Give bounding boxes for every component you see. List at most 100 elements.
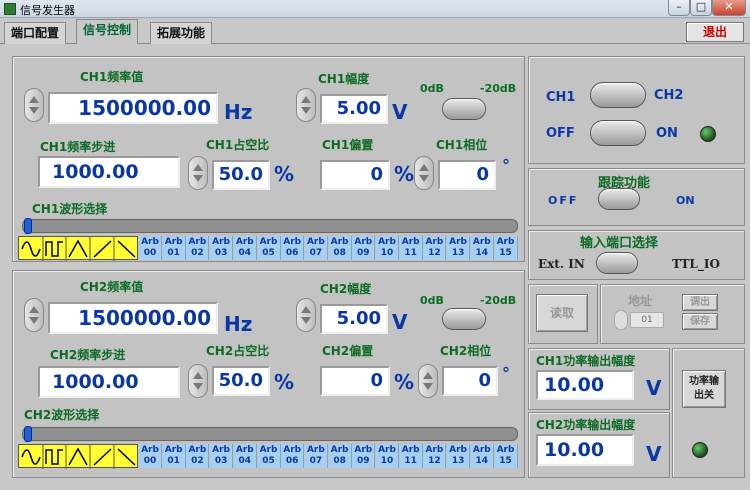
arb-14-button[interactable]: Arb 14 [470, 236, 494, 260]
ch2-duty-unit: % [274, 370, 295, 394]
arb-05-button[interactable]: Arb 05 [257, 444, 281, 468]
arb-prefix: Arb [235, 237, 254, 247]
arb-prefix: Arb [188, 237, 207, 247]
ch2-duty-spinner[interactable] [188, 364, 208, 398]
save-button[interactable]: 保存 [682, 313, 718, 330]
arb-06-button[interactable]: Arb 06 [281, 236, 305, 260]
output-toggle[interactable] [590, 120, 646, 146]
arb-13-button[interactable]: Arb 13 [447, 444, 471, 468]
ch1-atten-toggle[interactable] [442, 98, 486, 120]
arb-08-button[interactable]: Arb 08 [328, 236, 352, 260]
arb-09-button[interactable]: Arb 09 [352, 444, 376, 468]
arb-09-button[interactable]: Arb 09 [352, 236, 376, 260]
ch2-offset-input[interactable]: 0 [320, 366, 390, 396]
arb-prefix: Arb [259, 237, 278, 247]
tracking-toggle[interactable] [598, 188, 640, 210]
arb-04-button[interactable]: Arb 04 [233, 236, 257, 260]
read-button[interactable]: 读取 [536, 294, 588, 332]
arb-04-button[interactable]: Arb 04 [233, 444, 257, 468]
ch1-select-label: CH1 [546, 90, 576, 105]
arb-01-button[interactable]: Arb 01 [162, 236, 186, 260]
ch1-duty-spinner[interactable] [188, 156, 208, 190]
arb-number: 08 [333, 248, 346, 258]
ch2-amp-spinner[interactable] [296, 298, 316, 332]
exit-button[interactable]: 退出 [686, 22, 744, 42]
tab-extended[interactable]: 拓展功能 [150, 22, 213, 44]
ch1-wave-shapes[interactable] [18, 236, 138, 261]
window-title: 信号发生器 [20, 4, 75, 17]
arb-10-button[interactable]: Arb 10 [376, 444, 399, 468]
arb-05-button[interactable]: Arb 05 [257, 236, 281, 260]
ch2-atten-toggle[interactable] [442, 308, 486, 330]
arb-03-button[interactable]: Arb 03 [210, 444, 234, 468]
arb-12-button[interactable]: Arb 12 [423, 236, 447, 260]
arb-00-button[interactable]: Arb 00 [139, 444, 162, 468]
tab-signal-control[interactable]: 信号控制 [76, 19, 139, 44]
arb-08-button[interactable]: Arb 08 [328, 444, 352, 468]
ch1-freq-spinner[interactable] [24, 88, 44, 122]
arb-number: 12 [428, 456, 441, 466]
ch2-phase-spinner[interactable] [418, 364, 438, 398]
maximize-button[interactable]: □ [690, 0, 712, 16]
ch2-duty-input[interactable]: 50.0 [212, 366, 270, 396]
ch1-power-value[interactable]: 10.00 [536, 370, 634, 400]
call-button[interactable]: 调出 [682, 294, 718, 311]
ch1-duty-input[interactable]: 50.0 [212, 160, 270, 190]
arb-01-button[interactable]: Arb 01 [162, 444, 186, 468]
ch2-20db-label: -20dB [480, 294, 517, 307]
ch1-amp-spinner[interactable] [296, 88, 316, 122]
ch2-wave-slider-thumb[interactable] [24, 426, 32, 442]
address-input[interactable]: 01 [630, 312, 664, 328]
ch1-wave-slider[interactable] [22, 219, 518, 233]
arb-02-button[interactable]: Arb 02 [186, 444, 210, 468]
close-button[interactable]: ✕ [712, 0, 746, 16]
ch2-wave-slider[interactable] [22, 427, 518, 441]
arb-11-button[interactable]: Arb 11 [399, 444, 423, 468]
ch1-power-unit: V [646, 376, 662, 400]
ch1-phase-spinner[interactable] [414, 156, 434, 190]
arb-06-button[interactable]: Arb 06 [281, 444, 305, 468]
arb-prefix: Arb [330, 237, 349, 247]
arb-15-button[interactable]: Arb 15 [494, 236, 518, 260]
input-port-toggle[interactable] [596, 252, 638, 274]
arb-14-button[interactable]: Arb 14 [470, 444, 494, 468]
ch1-offset-input[interactable]: 0 [320, 160, 390, 190]
ch1-freq-label: CH1频率值 [80, 70, 144, 84]
arb-07-button[interactable]: Arb 07 [304, 236, 328, 260]
arb-prefix: Arb [378, 237, 396, 247]
arb-15-button[interactable]: Arb 15 [494, 444, 518, 468]
ch1-amp-input[interactable]: 5.00 [320, 94, 388, 124]
arb-02-button[interactable]: Arb 02 [186, 236, 210, 260]
ch1-step-input[interactable]: 1000.00 [38, 156, 180, 188]
arb-prefix: Arb [449, 237, 468, 247]
ch2-freq-input[interactable]: 1500000.00 [48, 302, 218, 334]
ch2-phase-input[interactable]: 0 [442, 366, 498, 396]
ch1-freq-input[interactable]: 1500000.00 [48, 92, 218, 124]
waveform-icons [21, 445, 136, 469]
ch1-step-label: CH1频率步进 [40, 140, 116, 154]
arb-number: 04 [238, 456, 252, 466]
ch1-wave-slider-thumb[interactable] [24, 218, 32, 234]
ch1-wave-label: CH1波形选择 [32, 202, 108, 216]
tab-port-config[interactable]: 端口配置 [4, 22, 67, 44]
ch2-step-input[interactable]: 1000.00 [38, 366, 180, 398]
ch2-power-value[interactable]: 10.00 [536, 434, 634, 466]
ch2-wave-shapes[interactable] [18, 444, 138, 469]
arb-number: 09 [357, 456, 370, 466]
arb-03-button[interactable]: Arb 03 [210, 236, 234, 260]
ch1-phase-input[interactable]: 0 [438, 160, 496, 190]
arb-11-button[interactable]: Arb 11 [399, 236, 423, 260]
arb-13-button[interactable]: Arb 13 [447, 236, 471, 260]
arb-10-button[interactable]: Arb 10 [376, 236, 399, 260]
minimize-button[interactable]: – [668, 0, 690, 16]
address-spinner[interactable] [614, 310, 628, 330]
ch2-freq-spinner[interactable] [24, 298, 44, 332]
channel-select-toggle[interactable] [590, 82, 646, 108]
arb-prefix: Arb [496, 237, 515, 247]
arb-00-button[interactable]: Arb 00 [139, 236, 162, 260]
arb-12-button[interactable]: Arb 12 [423, 444, 447, 468]
arb-prefix: Arb [259, 445, 278, 455]
ch2-amp-input[interactable]: 5.00 [320, 304, 388, 334]
arb-07-button[interactable]: Arb 07 [304, 444, 328, 468]
power-output-button[interactable]: 功率输出关 [682, 370, 726, 408]
